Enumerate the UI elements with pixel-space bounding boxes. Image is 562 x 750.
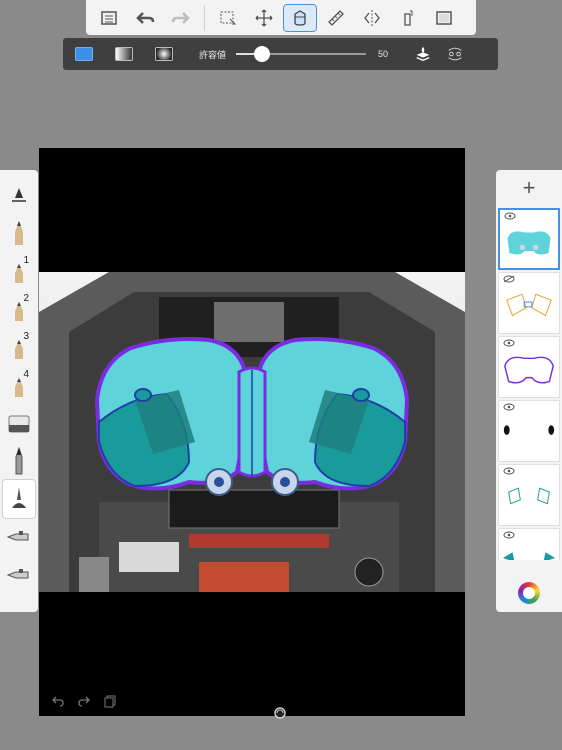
layer-thumbnail[interactable] <box>498 528 560 560</box>
brush-number: 3 <box>23 331 29 342</box>
layer-preview <box>503 425 555 435</box>
fill-brush-icon[interactable] <box>3 480 35 518</box>
brush-settings-icon[interactable] <box>3 176 35 214</box>
undo-icon[interactable] <box>128 4 162 32</box>
pencil-2-icon[interactable]: 2 <box>3 290 35 328</box>
drawing-canvas[interactable] <box>39 148 465 716</box>
layer-thumbnail[interactable] <box>498 336 560 398</box>
canvas-undo-icon[interactable] <box>51 694 65 708</box>
layer-thumbnail[interactable] <box>498 208 560 270</box>
slider-thumb[interactable] <box>254 46 271 62</box>
layer-preview <box>506 293 552 317</box>
pencil-1-icon[interactable]: 1 <box>3 252 35 290</box>
main-toolbar <box>86 0 476 35</box>
fullscreen-icon[interactable] <box>427 4 461 32</box>
pencil-3-icon[interactable]: 3 <box>3 328 35 366</box>
fill-icon[interactable] <box>283 3 317 32</box>
perspective-icon[interactable] <box>391 4 425 32</box>
pen-icon[interactable] <box>3 442 35 480</box>
list-icon[interactable] <box>92 4 126 32</box>
sample-layers-icon[interactable] <box>412 43 434 65</box>
ruler-icon[interactable] <box>319 4 353 32</box>
canvas-rotate-handle-icon[interactable] <box>274 706 286 719</box>
pencil-4-icon[interactable]: 4 <box>3 366 35 404</box>
pencil-icon[interactable] <box>3 214 35 252</box>
fill-options-bar: 許容値 50 <box>63 38 498 70</box>
layer-thumbnail[interactable] <box>498 272 560 334</box>
brush-number: 2 <box>23 293 29 304</box>
airbrush-icon[interactable] <box>3 518 35 556</box>
layer-thumbnail[interactable] <box>498 464 560 526</box>
canvas-history-tools <box>51 694 117 708</box>
airbrush-2-icon[interactable] <box>3 556 35 594</box>
brush-palette: 1 2 3 4 <box>0 170 38 612</box>
brush-number: 4 <box>23 369 29 380</box>
reference-photo <box>39 272 465 592</box>
fill-mode-toggle-icon[interactable] <box>444 43 466 65</box>
transform-icon[interactable] <box>247 4 281 32</box>
tolerance-value: 50 <box>378 49 389 59</box>
eraser-icon[interactable] <box>3 404 35 442</box>
radial-gradient-button[interactable] <box>155 47 173 61</box>
selection-icon[interactable] <box>211 4 245 32</box>
layer-panel: + <box>496 170 562 612</box>
redo-icon[interactable] <box>164 4 198 32</box>
linear-gradient-button[interactable] <box>115 47 133 61</box>
layer-thumbnail[interactable] <box>498 400 560 462</box>
canvas-copy-icon[interactable] <box>103 694 117 708</box>
add-layer-button[interactable]: + <box>496 170 562 206</box>
layer-list <box>498 208 560 560</box>
canvas-redo-icon[interactable] <box>77 694 91 708</box>
toolbar-divider <box>204 4 205 31</box>
symmetry-icon[interactable] <box>355 4 389 32</box>
tolerance-label: 許容値 <box>199 49 227 60</box>
tolerance-slider[interactable] <box>236 46 367 62</box>
layer-preview <box>507 231 551 255</box>
layer-preview <box>504 356 554 384</box>
color-wheel-icon[interactable] <box>518 582 540 604</box>
layer-preview <box>508 487 550 505</box>
solid-fill-button[interactable] <box>75 47 93 61</box>
layer-preview <box>502 552 556 560</box>
brush-number: 1 <box>23 255 29 266</box>
